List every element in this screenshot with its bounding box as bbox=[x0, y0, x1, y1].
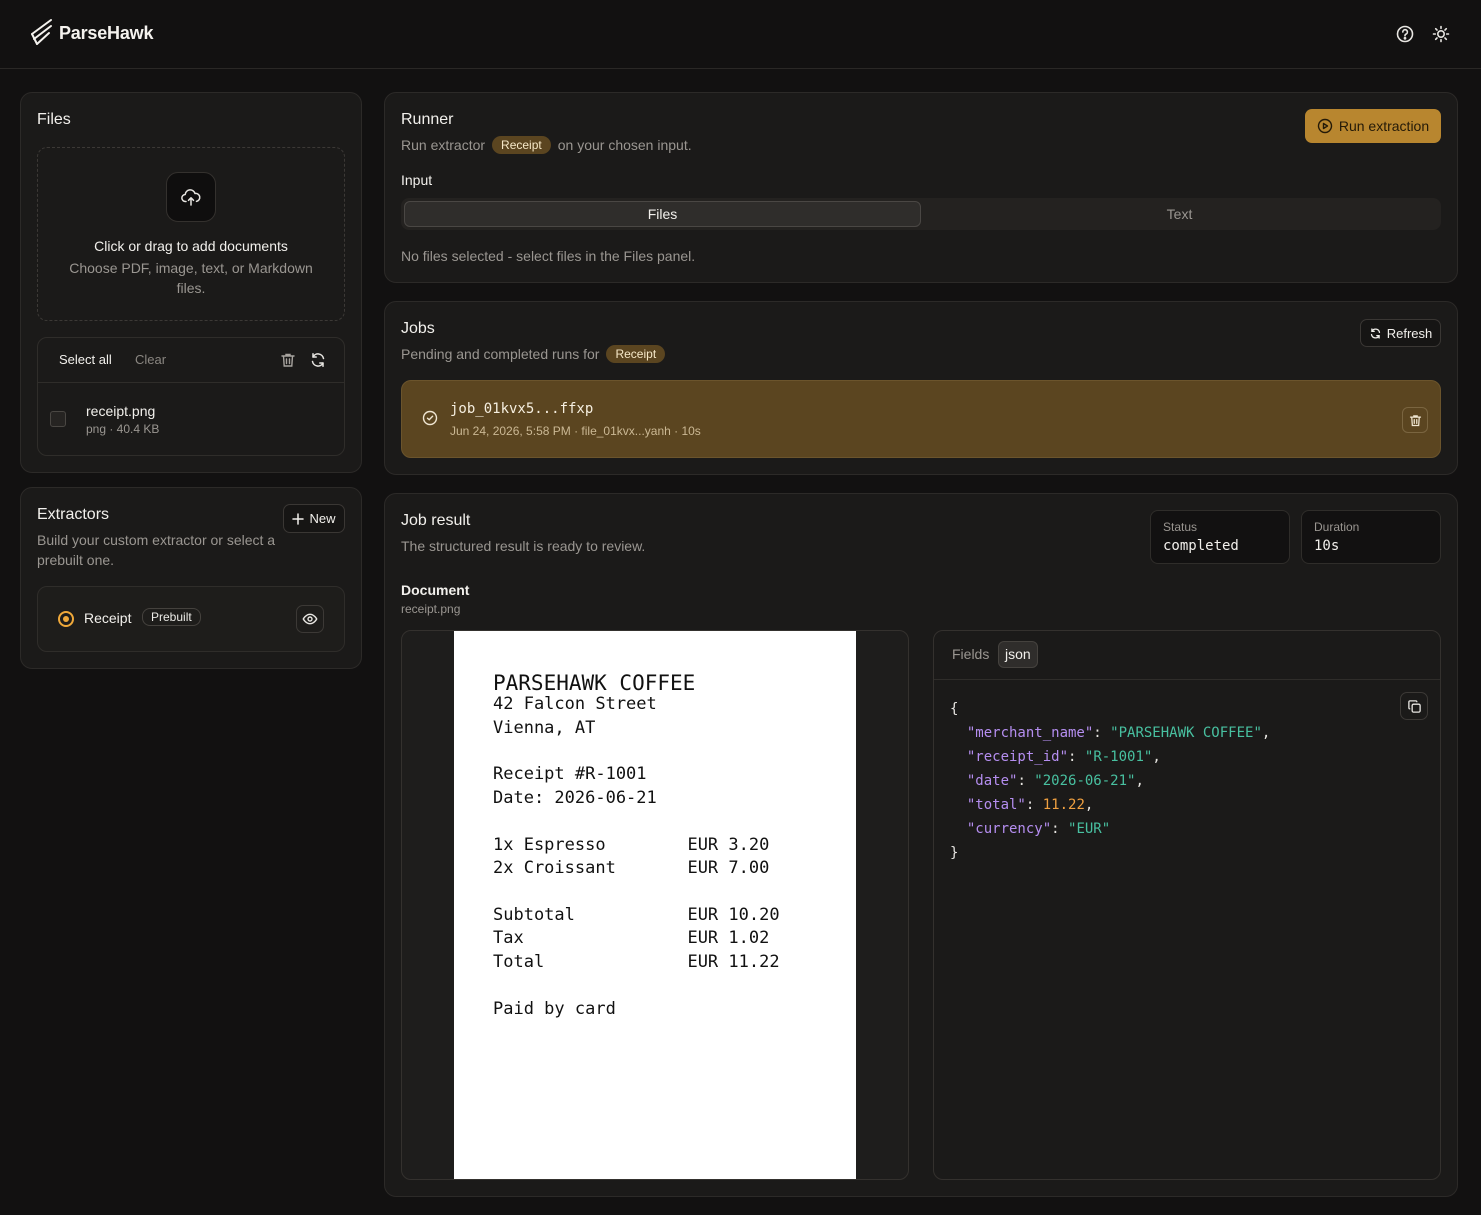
status-label: Status bbox=[1163, 520, 1198, 534]
file-checkbox[interactable] bbox=[50, 411, 66, 427]
receipt-line: Total EUR 11.22 bbox=[493, 952, 780, 972]
dropzone-title: Click or drag to add documents bbox=[94, 238, 288, 254]
extractor-name: Receipt bbox=[84, 610, 132, 626]
receipt-line: PARSEHAWK COFFEE bbox=[493, 671, 696, 695]
json-date: 2026-06-21 bbox=[1042, 773, 1128, 789]
no-files-message: No files selected - select files in the … bbox=[401, 248, 696, 264]
duration-label: Duration bbox=[1314, 520, 1360, 534]
refresh-icon bbox=[1369, 327, 1382, 340]
json-total: 11.22 bbox=[1042, 797, 1085, 813]
eye-icon[interactable] bbox=[296, 605, 324, 633]
receipt-line: Date: 2026-06-21 bbox=[493, 788, 657, 808]
refresh-icon[interactable] bbox=[309, 351, 327, 369]
top-bar: ParseHawk bbox=[0, 0, 1481, 69]
files-panel: Files Click or drag to add documents Cho… bbox=[20, 92, 362, 473]
receipt-line: Vienna, AT bbox=[493, 718, 596, 738]
new-extractor-label: New bbox=[309, 511, 336, 526]
file-item[interactable]: receipt.png png · 40.4 KB bbox=[38, 383, 344, 456]
extractors-title: Extractors bbox=[37, 506, 110, 523]
receipt-line: 1x Espresso EUR 3.20 bbox=[493, 835, 770, 855]
runner-panel: Runner Run extractor Receipt on your cho… bbox=[384, 92, 1458, 283]
jobs-desc-text: Pending and completed runs for bbox=[401, 346, 600, 362]
extractor-radio[interactable] bbox=[58, 611, 74, 627]
file-dropzone[interactable]: Click or drag to add documents Choose PD… bbox=[37, 147, 345, 321]
receipt-line: 2x Croissant EUR 7.00 bbox=[493, 858, 770, 878]
duration-card: Duration 10s bbox=[1301, 510, 1441, 564]
play-circle-icon bbox=[1317, 118, 1333, 134]
receipt-line: Paid by card bbox=[493, 999, 616, 1019]
file-name: receipt.png bbox=[86, 403, 156, 419]
upload-cloud-icon[interactable] bbox=[166, 172, 216, 222]
copy-icon[interactable] bbox=[1400, 692, 1428, 720]
new-extractor-button[interactable]: New bbox=[283, 504, 345, 533]
document-name: receipt.png bbox=[401, 602, 461, 616]
file-list: Select all Clear receipt.png png · 40.4 … bbox=[37, 337, 345, 456]
tab-fields[interactable]: Fields bbox=[946, 641, 995, 668]
receipt-line: Tax EUR 1.02 bbox=[493, 928, 770, 948]
job-meta: Jun 24, 2026, 5:58 PM · file_01kvx...yan… bbox=[450, 424, 701, 438]
duration-value: 10s bbox=[1314, 538, 1340, 554]
file-list-toolbar: Select all Clear bbox=[38, 338, 344, 383]
tab-json[interactable]: json bbox=[998, 641, 1038, 668]
plus-icon bbox=[292, 512, 305, 525]
status-card: Status completed bbox=[1150, 510, 1290, 564]
select-all-button[interactable]: Select all bbox=[59, 352, 112, 367]
extractor-item-receipt[interactable]: Receipt Prebuilt bbox=[37, 586, 345, 652]
jobs-description: Pending and completed runs for Receipt bbox=[401, 345, 666, 363]
runner-title: Runner bbox=[401, 111, 454, 128]
runner-desc-before: Run extractor bbox=[401, 137, 486, 153]
delete-job-icon[interactable] bbox=[1402, 407, 1428, 433]
json-currency: EUR bbox=[1076, 821, 1102, 837]
dropzone-subtitle: Choose PDF, image, text, or Markdown fil… bbox=[69, 260, 313, 296]
refresh-button[interactable]: Refresh bbox=[1360, 319, 1441, 347]
prebuilt-badge: Prebuilt bbox=[142, 608, 201, 626]
file-meta: png · 40.4 KB bbox=[86, 422, 160, 436]
input-label: Input bbox=[401, 172, 433, 188]
jobs-panel: Jobs Pending and completed runs for Rece… bbox=[384, 301, 1458, 475]
files-title: Files bbox=[37, 111, 71, 128]
app-logo[interactable]: ParseHawk bbox=[29, 18, 153, 48]
help-circle-icon[interactable] bbox=[1395, 24, 1415, 44]
trash-icon[interactable] bbox=[279, 351, 297, 369]
refresh-label: Refresh bbox=[1386, 325, 1433, 341]
job-result-description: The structured result is ready to review… bbox=[401, 538, 646, 554]
extractor-badge: Receipt bbox=[606, 345, 666, 363]
json-merchant-name: PARSEHAWK COFFEE bbox=[1118, 725, 1254, 741]
receipt-line: Subtotal EUR 10.20 bbox=[493, 905, 780, 925]
tab-files[interactable]: Files bbox=[404, 201, 921, 227]
runner-description: Run extractor Receipt on your chosen inp… bbox=[401, 136, 692, 154]
receipt-line: 42 Falcon Street bbox=[493, 694, 657, 714]
json-code: { "merchant_name": "PARSEHAWK COFFEE", "… bbox=[950, 701, 1271, 861]
job-result-panel: Job result The structured result is read… bbox=[384, 493, 1458, 1197]
app-name: ParseHawk bbox=[59, 22, 154, 43]
tab-text[interactable]: Text bbox=[921, 201, 1438, 227]
sun-icon[interactable] bbox=[1431, 24, 1451, 44]
status-value: completed bbox=[1163, 538, 1239, 554]
job-item[interactable]: job_01kvx5...ffxp Jun 24, 2026, 5:58 PM … bbox=[401, 380, 1441, 458]
job-id: job_01kvx5...ffxp bbox=[450, 401, 594, 417]
extractors-subtitle: Build your custom extractor or select a … bbox=[37, 532, 276, 568]
run-extraction-button[interactable]: Run extraction bbox=[1305, 109, 1441, 143]
result-tabs: Fields json bbox=[934, 631, 1440, 680]
job-result-title: Job result bbox=[401, 512, 471, 529]
jobs-title: Jobs bbox=[401, 320, 435, 337]
document-preview[interactable]: PARSEHAWK COFFEE 42 Falcon Street Vienna… bbox=[401, 630, 909, 1180]
extractors-panel: Extractors Build your custom extractor o… bbox=[20, 487, 362, 669]
hawk-logo-icon bbox=[29, 18, 55, 48]
receipt-line: Receipt #R-1001 bbox=[493, 764, 647, 784]
extractor-badge: Receipt bbox=[492, 136, 551, 154]
result-viewer: Fields json { "merchant_name": "PARSEHAW… bbox=[933, 630, 1441, 1180]
check-circle-icon bbox=[422, 410, 438, 426]
receipt-image: PARSEHAWK COFFEE 42 Falcon Street Vienna… bbox=[454, 631, 856, 1179]
input-mode-toggle: Files Text bbox=[401, 198, 1441, 230]
clear-button[interactable]: Clear bbox=[135, 352, 166, 367]
document-label: Document bbox=[401, 582, 470, 598]
run-extraction-label: Run extraction bbox=[1338, 118, 1430, 134]
json-receipt-id: R-1001 bbox=[1093, 749, 1144, 765]
runner-desc-after: on your chosen input. bbox=[557, 137, 692, 153]
